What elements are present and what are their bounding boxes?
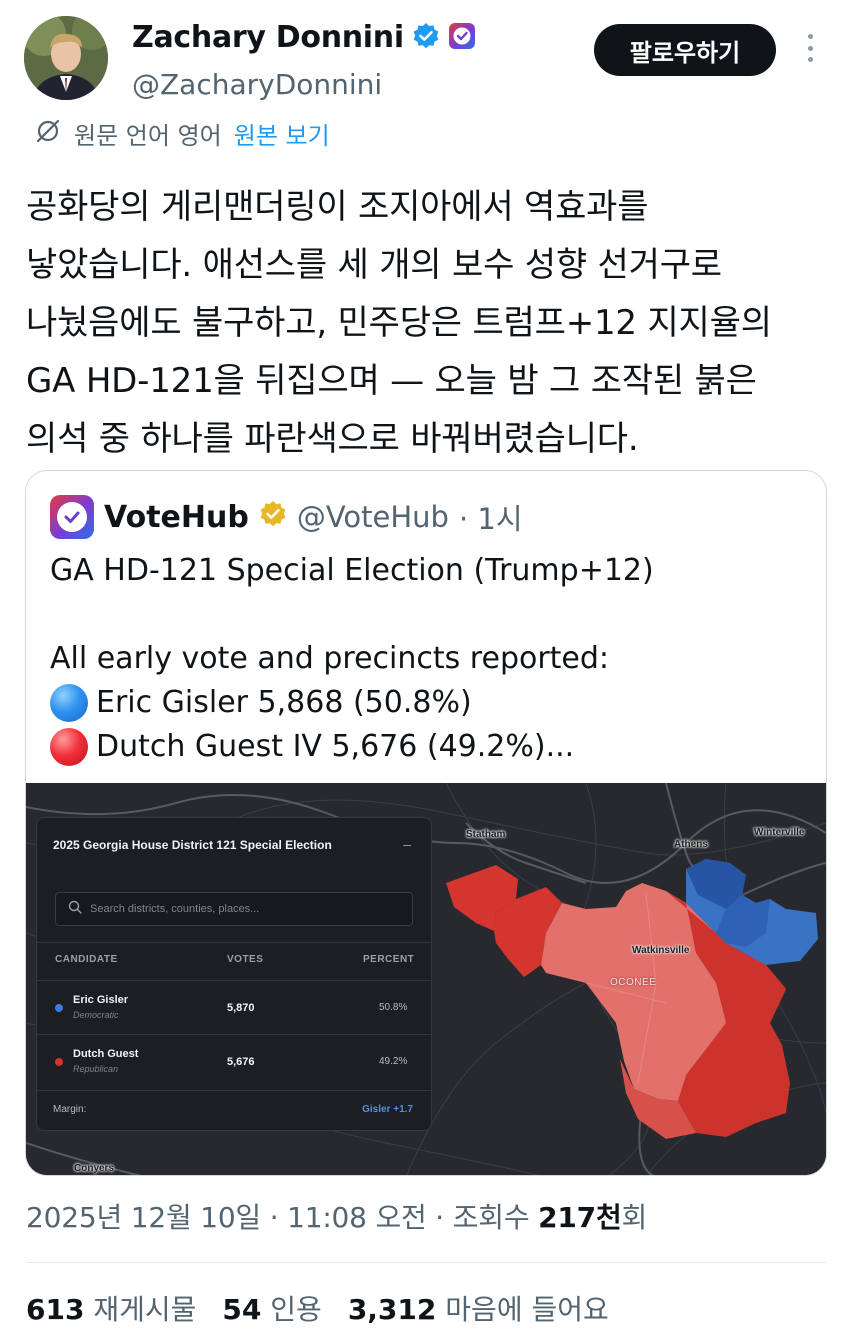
quoted-time: · 1시	[458, 502, 523, 536]
verified-badge-icon	[412, 22, 440, 54]
quoted-line-title: GA HD-121 Special Election (Trump+12)	[50, 553, 654, 588]
candidate-color-dot	[55, 1058, 63, 1066]
map-search-placeholder: Search districts, counties, places...	[90, 903, 260, 915]
affiliation-badge-icon[interactable]	[448, 22, 476, 54]
margin-value: Gisler +1.7	[362, 1104, 413, 1115]
tweet-timestamp[interactable]: 2025년 12월 10일 · 11:08 오전 · 조회수	[26, 1201, 538, 1234]
panel-divider	[37, 1034, 431, 1035]
header-percent: PERCENT	[363, 954, 415, 965]
translate-icon	[34, 117, 62, 151]
author-name[interactable]: Zachary Donnini	[132, 20, 404, 55]
view-count-suffix: 회	[621, 1201, 648, 1234]
quotes-stat[interactable]: 54 인용	[222, 1288, 321, 1328]
show-original-link[interactable]: 원본 보기	[234, 116, 330, 151]
panel-divider	[37, 1090, 431, 1091]
author-name-row: Zachary Donnini	[132, 20, 476, 55]
more-options-icon[interactable]	[802, 28, 818, 68]
candidate-name: Dutch Guest	[73, 1048, 139, 1060]
view-count: 217천	[538, 1201, 622, 1234]
candidate-color-dot	[55, 1004, 63, 1012]
map-search-field: Search districts, counties, places...	[55, 892, 413, 926]
candidate-name: Eric Gisler	[73, 994, 129, 1006]
search-icon	[68, 900, 82, 919]
tweet-text: 공화당의 게리맨더링이 조지아에서 역효과를 낳았습니다. 애선스를 세 개의 …	[26, 187, 772, 459]
like-label: 마음에 들어요	[445, 1293, 609, 1326]
quoted-author-name: VoteHub	[104, 499, 249, 535]
quoted-line-reported: All early vote and precincts reported:	[50, 641, 610, 676]
quoted-author-handle: @VoteHub	[296, 500, 449, 534]
retweets-stat[interactable]: 613 재게시물	[26, 1288, 196, 1328]
map-label-winterville: Winterville	[754, 827, 805, 838]
author-handle[interactable]: @ZacharyDonnini	[132, 68, 382, 101]
candidate-party: Democratic	[73, 1010, 119, 1020]
quoted-tweet-header: VoteHub @VoteHub · 1시	[50, 495, 523, 539]
quoted-text: GA HD-121 Special Election (Trump+12) Al…	[50, 549, 810, 769]
stats-divider	[26, 1262, 826, 1263]
results-panel: 2025 Georgia House District 121 Special …	[36, 817, 432, 1131]
avatar-image	[24, 16, 108, 100]
tweet-header: Zachary Donnini @ZacharyDonnini 팔로우하기	[24, 14, 826, 104]
follow-button[interactable]: 팔로우하기	[594, 24, 776, 76]
map-label-athens: Athens	[674, 839, 708, 850]
retweet-count: 613	[26, 1293, 85, 1326]
gisler-result-text: Eric Gisler 5,868 (50.8%)	[96, 685, 472, 720]
quoted-line-guest: Dutch Guest IV 5,676 (49.2%)...	[50, 725, 810, 769]
map-label-watkinsville: Watkinsville	[632, 945, 690, 956]
quote-label: 인용	[270, 1293, 322, 1326]
translation-row: 원문 언어 영어 원본 보기	[34, 116, 330, 151]
quote-count: 54	[222, 1293, 262, 1326]
guest-result-text: Dutch Guest IV 5,676 (49.2%)...	[96, 729, 575, 764]
like-count: 3,312	[347, 1293, 437, 1326]
tweet-meta: 2025년 12월 10일 · 11:08 오전 · 조회수 217천회	[26, 1196, 647, 1236]
red-circle-icon	[50, 728, 88, 766]
results-panel-title: 2025 Georgia House District 121 Special …	[53, 838, 332, 852]
retweet-label: 재게시물	[93, 1293, 197, 1326]
gold-verified-badge-icon	[259, 500, 287, 535]
votehub-logo-icon	[50, 495, 94, 539]
candidate-votes: 5,870	[227, 1002, 255, 1014]
margin-label: Margin:	[53, 1104, 87, 1115]
map-label-statham: Statham	[466, 829, 506, 840]
quoted-tweet[interactable]: VoteHub @VoteHub · 1시 GA HD-121 Special …	[25, 470, 827, 1176]
minimize-icon: –	[403, 836, 411, 852]
candidate-percent: 50.8%	[379, 1002, 408, 1013]
translation-language-note: 원문 언어 영어	[74, 122, 222, 150]
election-map-image[interactable]: Statham Athens Winterville Watkinsville …	[26, 783, 826, 1175]
avatar[interactable]	[24, 16, 108, 100]
map-label-oconee: OCONEE	[610, 977, 657, 988]
panel-divider	[37, 942, 431, 943]
likes-stat[interactable]: 3,312 마음에 들어요	[348, 1288, 609, 1328]
candidate-party: Republican	[73, 1064, 119, 1074]
candidate-percent: 49.2%	[379, 1056, 408, 1067]
quoted-line-gisler: Eric Gisler 5,868 (50.8%)	[50, 681, 810, 725]
engagement-stats: 613 재게시물 54 인용 3,312 마음에 들어요	[26, 1288, 609, 1328]
blue-circle-icon	[50, 684, 88, 722]
candidate-votes: 5,676	[227, 1056, 255, 1068]
quoted-line-blank	[50, 593, 810, 637]
panel-divider	[37, 980, 431, 981]
map-label-conyers: Conyers	[74, 1163, 115, 1174]
header-votes: VOTES	[227, 954, 264, 965]
header-candidate: CANDIDATE	[55, 954, 118, 965]
